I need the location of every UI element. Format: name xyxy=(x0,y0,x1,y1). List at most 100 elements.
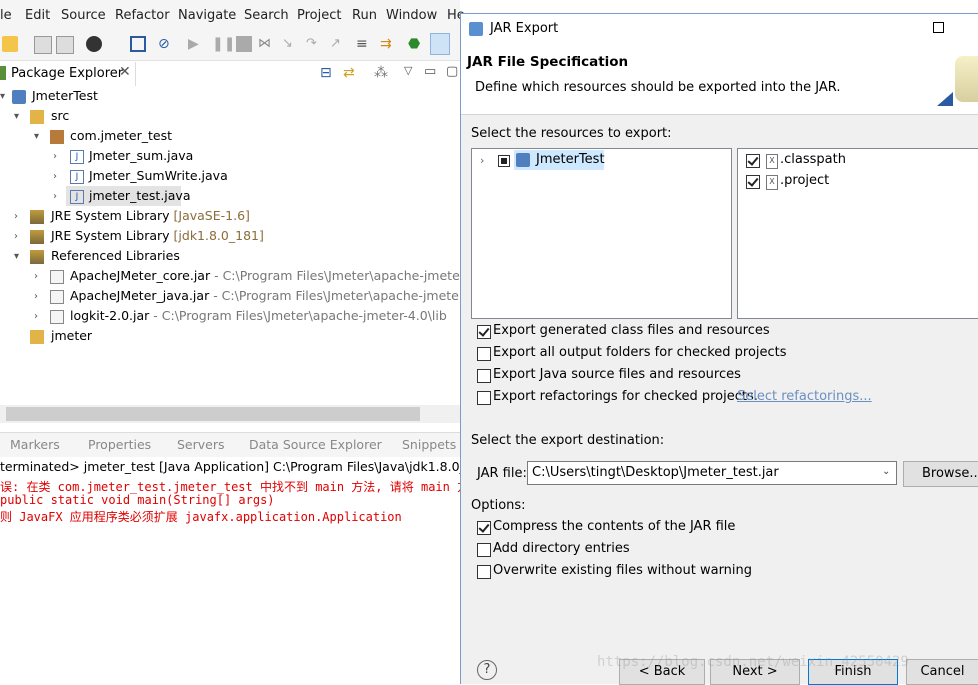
run-icon[interactable]: ⬣ xyxy=(408,36,424,52)
terminate-icon[interactable] xyxy=(236,36,252,52)
export-output-folders-label[interactable]: Export all output folders for checked pr… xyxy=(493,345,787,360)
xml-file-icon: X xyxy=(766,154,778,169)
jar-file-combo[interactable]: C:\Users\tingt\Desktop\Jmeter_test.jar ⌄ xyxy=(527,461,897,485)
resource-tree-panel[interactable]: › JmeterTest xyxy=(471,148,732,319)
close-icon[interactable]: ✕ xyxy=(119,64,131,80)
minimize-icon[interactable]: ▭ xyxy=(424,64,436,79)
select-refactorings-link[interactable]: Select refactorings... xyxy=(737,389,872,404)
maximize-icon[interactable] xyxy=(933,22,944,33)
debug-icon[interactable] xyxy=(86,36,102,52)
tree-jar[interactable]: ApacheJMeter_java.jar - C:\Program Files… xyxy=(70,286,488,306)
export-class-files-label[interactable]: Export generated class files and resourc… xyxy=(493,323,770,338)
file-item[interactable]: .project xyxy=(780,173,829,188)
file-item[interactable]: .classpath xyxy=(780,152,846,167)
tree-file[interactable]: Jmeter_SumWrite.java xyxy=(89,166,228,186)
tab-servers[interactable]: Servers xyxy=(177,437,225,452)
tree-jar[interactable]: logkit-2.0.jar - C:\Program Files\Jmeter… xyxy=(70,306,447,326)
export-source-checkbox[interactable] xyxy=(477,369,491,383)
menu-window[interactable]: Window xyxy=(386,8,437,23)
tree-file-selected[interactable]: jmeter_test.java xyxy=(89,186,191,206)
package-explorer-tabbar: Package Explorer ✕ ⊟ ⇄ ⁂ ▽ ▭ ▢ xyxy=(0,62,460,86)
compress-label[interactable]: Compress the contents of the JAR file xyxy=(493,519,735,534)
focus-icon[interactable]: ⁂ xyxy=(374,65,388,81)
maximize-icon[interactable]: ▢ xyxy=(446,64,458,79)
export-refactorings-checkbox[interactable] xyxy=(477,391,491,405)
jar-icon xyxy=(50,310,64,324)
collapse-all-icon[interactable]: ⊟ xyxy=(320,65,332,81)
export-output-folders-checkbox[interactable] xyxy=(477,347,491,361)
menu-file[interactable]: le xyxy=(0,8,12,23)
java-file-icon: J xyxy=(70,150,84,164)
arrow-icon xyxy=(937,92,953,106)
package-tree: ▾ JmeterTest ▾ src ▾ com.jmeter_test › J… xyxy=(0,86,489,406)
menu-refactor[interactable]: Refactor xyxy=(115,8,170,23)
menu-navigate[interactable]: Navigate xyxy=(178,8,236,23)
view-menu-icon[interactable]: ▽ xyxy=(404,64,412,77)
export-class-files-checkbox[interactable] xyxy=(477,325,491,339)
menu-search[interactable]: Search xyxy=(244,8,289,23)
project-item[interactable]: JmeterTest xyxy=(536,152,605,167)
tree-jre-library[interactable]: JRE System Library [JavaSE-1.6] xyxy=(51,206,250,226)
package-explorer-tab[interactable]: Package Explorer xyxy=(11,66,123,81)
directory-entries-checkbox[interactable] xyxy=(477,543,491,557)
tab-snippets[interactable]: Snippets xyxy=(402,437,456,452)
tree-package[interactable]: com.jmeter_test xyxy=(70,126,172,146)
tree-jar[interactable]: ApacheJMeter_core.jar - C:\Program Files… xyxy=(70,266,489,286)
overwrite-label[interactable]: Overwrite existing files without warning xyxy=(493,563,752,578)
folder-icon xyxy=(30,330,44,344)
tab-markers[interactable]: Markers xyxy=(10,437,60,452)
menu-edit[interactable]: Edit xyxy=(25,8,50,23)
console-header: terminated> jmeter_test [Java Applicatio… xyxy=(0,459,460,474)
jar-file-value: C:\Users\tingt\Desktop\Jmeter_test.jar xyxy=(532,465,779,480)
tree-jre-library[interactable]: JRE System Library [jdk1.8.0_181] xyxy=(51,226,264,246)
horizontal-scrollbar-thumb[interactable] xyxy=(6,407,420,421)
export-refactorings-label[interactable]: Export refactorings for checked projects… xyxy=(493,389,758,404)
tree-folder[interactable]: jmeter xyxy=(51,326,92,346)
xml-file-icon: X xyxy=(766,175,778,190)
skip-breakpoints-icon[interactable]: ⊘ xyxy=(158,36,174,52)
tree-project[interactable]: JmeterTest xyxy=(32,86,98,106)
use-step-filters-icon[interactable]: ⇉ xyxy=(380,36,396,52)
step-into-icon[interactable]: ↘ xyxy=(282,36,298,52)
link-with-editor-icon[interactable]: ⇄ xyxy=(343,65,355,81)
expand-icon[interactable]: › xyxy=(480,154,484,167)
project-checkbox[interactable] xyxy=(498,155,510,167)
resource-files-panel[interactable]: X .classpath X .project xyxy=(737,148,978,319)
step-return-icon[interactable]: ↗ xyxy=(330,36,346,52)
package-icon xyxy=(50,130,64,144)
bottom-tabbar: Markers Properties Servers Data Source E… xyxy=(0,432,460,457)
tab-properties[interactable]: Properties xyxy=(88,437,151,452)
dialog-title: JAR Export xyxy=(490,21,559,36)
resume-icon[interactable]: ▶ xyxy=(188,36,204,52)
dialog-app-icon xyxy=(469,22,483,36)
export-source-label[interactable]: Export Java source files and resources xyxy=(493,367,741,382)
page-description: Define which resources should be exporte… xyxy=(475,80,841,95)
save-all-icon[interactable] xyxy=(56,36,74,54)
compress-checkbox[interactable] xyxy=(477,521,491,535)
new-icon[interactable] xyxy=(2,36,18,52)
save-icon[interactable] xyxy=(34,36,52,54)
menu-project[interactable]: Project xyxy=(297,8,341,23)
menu-run[interactable]: Run xyxy=(352,8,377,23)
step-over-icon[interactable]: ↷ xyxy=(306,36,322,52)
directory-entries-label[interactable]: Add directory entries xyxy=(493,541,630,556)
tree-referenced-libraries[interactable]: Referenced Libraries xyxy=(51,246,180,266)
chevron-down-icon[interactable]: ⌄ xyxy=(882,466,890,477)
highlight-tool-icon[interactable] xyxy=(430,33,450,55)
menu-source[interactable]: Source xyxy=(61,8,106,23)
tab-data-source-explorer[interactable]: Data Source Explorer xyxy=(249,437,382,452)
suspend-icon[interactable]: ❚❚ xyxy=(212,36,235,52)
help-icon[interactable]: ? xyxy=(477,660,497,680)
drop-to-frame-icon[interactable]: ≡ xyxy=(356,36,372,52)
disconnect-icon[interactable]: ⋈ xyxy=(258,36,274,52)
overwrite-checkbox[interactable] xyxy=(477,565,491,579)
console-icon[interactable] xyxy=(130,36,146,52)
cancel-button[interactable]: Cancel xyxy=(906,659,978,685)
console-view: terminated> jmeter_test [Java Applicatio… xyxy=(0,458,460,683)
tree-file[interactable]: Jmeter_sum.java xyxy=(89,146,193,166)
tree-src[interactable]: src xyxy=(51,106,69,126)
jar-file-label: JAR file: xyxy=(477,466,527,481)
classpath-checkbox[interactable] xyxy=(746,154,760,168)
project-file-checkbox[interactable] xyxy=(746,175,760,189)
browse-button[interactable]: Browse... xyxy=(903,461,978,487)
